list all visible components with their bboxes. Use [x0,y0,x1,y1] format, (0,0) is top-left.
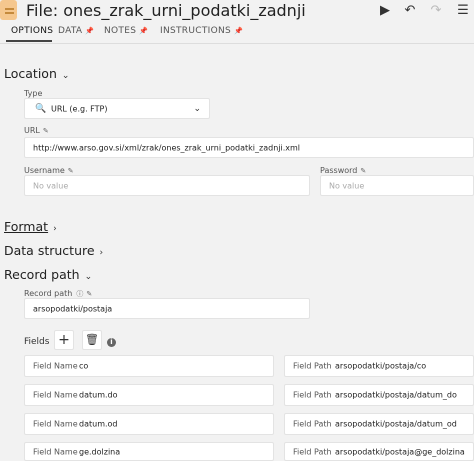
field-name-value: datum.do [79,390,118,400]
file-icon [0,0,17,20]
section-title: Format [4,219,49,234]
type-select-value: URL (e.g. FTP) [51,104,108,113]
info-icon[interactable]: i [107,338,116,347]
field-path-value: arsopodatki/postaja@ge_dolzina [335,447,465,456]
username-label-text: Username [24,166,65,175]
plus-icon: + [58,332,70,348]
edit-icon[interactable]: ✎ [86,290,92,298]
pin-icon[interactable]: 📌 [234,27,243,35]
record-path-field[interactable]: arsopodatki/postaja [24,298,310,319]
password-field[interactable]: No value [320,175,474,196]
data-structure-section-header[interactable]: Data structure › [4,243,103,258]
field-name-cell[interactable]: Field Name datum.od [24,413,274,435]
field-name-label: Field Name [33,447,78,456]
redo-icon[interactable]: ↷ [428,3,444,19]
url-label-text: URL [24,126,40,135]
fields-label: Fields [24,337,50,347]
search-icon: 🔍 [35,103,47,114]
chevron-down-icon: ⌄ [84,272,93,282]
format-section-header[interactable]: Format › [4,219,57,234]
field-name-cell[interactable]: Field Name ge.dolzina [24,442,274,461]
field-path-value: arsopodatki/postaja/co [335,361,427,371]
tab-instructions[interactable]: INSTRUCTIONS 📌 [160,26,243,36]
play-icon[interactable]: ▶ [377,3,393,19]
field-path-value: arsopodatki/postaja/datum_do [335,390,457,400]
tab-label: INSTRUCTIONS [160,26,232,36]
title-bar: File: ones_zrak_urni_podatki_zadnji ▶ ↶ … [0,0,474,22]
record-path-value: arsopodatki/postaja [33,304,113,313]
section-title: Data structure [4,243,95,258]
section-title: Record path [4,267,80,282]
add-field-button[interactable]: + [54,330,74,350]
field-name-label: Field Name [33,419,78,429]
field-path-cell[interactable]: Field Path arsopodatki/postaja@ge_dolzin… [284,442,474,461]
record-path-section-header[interactable]: Record path ⌄ [4,267,92,282]
pin-icon[interactable]: 📌 [85,27,94,35]
type-select[interactable]: 🔍 URL (e.g. FTP) ⌄ [24,98,210,119]
username-placeholder: No value [33,181,69,190]
edit-icon[interactable]: ✎ [68,167,74,175]
chevron-right-icon: › [99,248,104,258]
trash-icon: 🗑 [85,333,99,346]
username-label: Username ✎ [24,166,74,175]
pin-icon[interactable]: 📌 [139,27,148,35]
chevron-down-icon: ⌄ [61,71,70,81]
field-name-value: co [79,361,89,371]
field-name-cell[interactable]: Field Name datum.do [24,384,274,406]
field-name-value: datum.od [79,419,118,429]
tab-label: NOTES [104,26,137,36]
edit-icon[interactable]: ✎ [360,167,366,175]
field-path-cell[interactable]: Field Path arsopodatki/postaja/datum_do [284,384,474,406]
tab-notes[interactable]: NOTES 📌 [104,26,148,36]
username-field[interactable]: No value [24,175,310,196]
active-tab-indicator [6,40,52,42]
record-path-label-text: Record path [24,289,73,298]
field-path-label: Field Path [293,361,332,371]
field-path-cell[interactable]: Field Path arsopodatki/postaja/datum_od [284,413,474,435]
url-label: URL ✎ [24,126,49,135]
location-section-header[interactable]: Location ⌄ [4,66,69,81]
separator [0,43,474,44]
tab-label: DATA [58,26,83,36]
url-value: http://www.arso.gov.si/xml/zrak/ones_zra… [33,143,301,152]
password-label: Password ✎ [320,166,366,175]
password-label-text: Password [320,166,358,175]
chevron-down-icon: ⌄ [193,103,201,114]
field-path-label: Field Path [293,419,332,429]
url-field[interactable]: http://www.arso.gov.si/xml/zrak/ones_zra… [24,137,474,158]
info-icon[interactable]: ⓘ [76,290,83,298]
field-name-label: Field Name [33,361,78,371]
field-path-label: Field Path [293,447,332,456]
password-placeholder: No value [329,181,365,190]
type-label: Type [24,89,43,98]
tab-label: OPTIONS [11,26,54,36]
delete-field-button[interactable]: 🗑 [82,330,102,350]
undo-icon[interactable]: ↶ [402,3,418,19]
field-path-cell[interactable]: Field Path arsopodatki/postaja/co [284,355,474,377]
field-name-cell[interactable]: Field Name co [24,355,274,377]
section-title: Location [4,66,57,81]
page-title: File: ones_zrak_urni_podatki_zadnji [26,1,306,20]
field-path-value: arsopodatki/postaja/datum_od [335,419,457,429]
menu-icon[interactable]: ☰ [455,3,471,19]
chevron-right-icon: › [53,224,57,234]
field-path-label: Field Path [293,390,332,400]
edit-icon[interactable]: ✎ [43,127,49,135]
tab-options[interactable]: OPTIONS [11,26,53,36]
field-name-label: Field Name [33,390,78,400]
tab-bar: OPTIONS DATA 📌 NOTES 📌 INSTRUCTIONS 📌 [0,22,474,44]
field-name-value: ge.dolzina [79,447,121,456]
tab-data[interactable]: DATA 📌 [58,26,94,36]
